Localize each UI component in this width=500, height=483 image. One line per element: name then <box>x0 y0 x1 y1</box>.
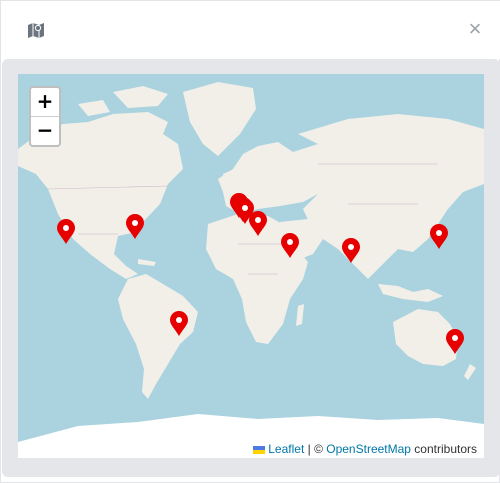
map-icon <box>28 23 44 38</box>
map-attribution: Leaflet | © OpenStreetMap contributors <box>248 440 482 458</box>
map-pin-icon <box>126 214 144 239</box>
zoom-in-button[interactable]: + <box>31 88 59 117</box>
openstreetmap-link[interactable]: OpenStreetMap <box>326 442 411 456</box>
marker-india[interactable] <box>341 238 361 264</box>
marker-eastern-mediterranean[interactable] <box>248 211 268 237</box>
world-map[interactable] <box>18 74 484 458</box>
leaflet-link[interactable]: Leaflet <box>268 442 304 456</box>
ukraine-flag-icon <box>253 446 266 454</box>
marker-los-angeles[interactable] <box>56 219 76 245</box>
map-pin-icon <box>249 211 267 236</box>
attribution-suffix: contributors <box>410 442 477 456</box>
marker-rio-de-janeiro[interactable] <box>169 311 189 337</box>
marker-new-york[interactable] <box>125 214 145 240</box>
map-pin-icon <box>430 224 448 249</box>
map-pin-icon <box>281 233 299 258</box>
map-pin-icon <box>57 219 75 244</box>
map-pin-icon <box>446 329 464 354</box>
zoom-out-button[interactable]: − <box>31 117 59 145</box>
map-dialog: × + − Leaflet | © OpenStreetMap contribu… <box>0 0 500 483</box>
map-tiles <box>18 74 484 458</box>
marker-japan[interactable] <box>429 224 449 250</box>
map-pin-icon <box>170 311 188 336</box>
marker-sydney[interactable] <box>445 329 465 355</box>
map-pin-icon <box>342 238 360 263</box>
attribution-separator: | © <box>304 442 327 456</box>
zoom-control: + − <box>29 86 61 147</box>
close-button[interactable]: × <box>465 18 485 40</box>
marker-middle-east[interactable] <box>280 233 300 259</box>
dialog-header: × <box>1 1 500 59</box>
